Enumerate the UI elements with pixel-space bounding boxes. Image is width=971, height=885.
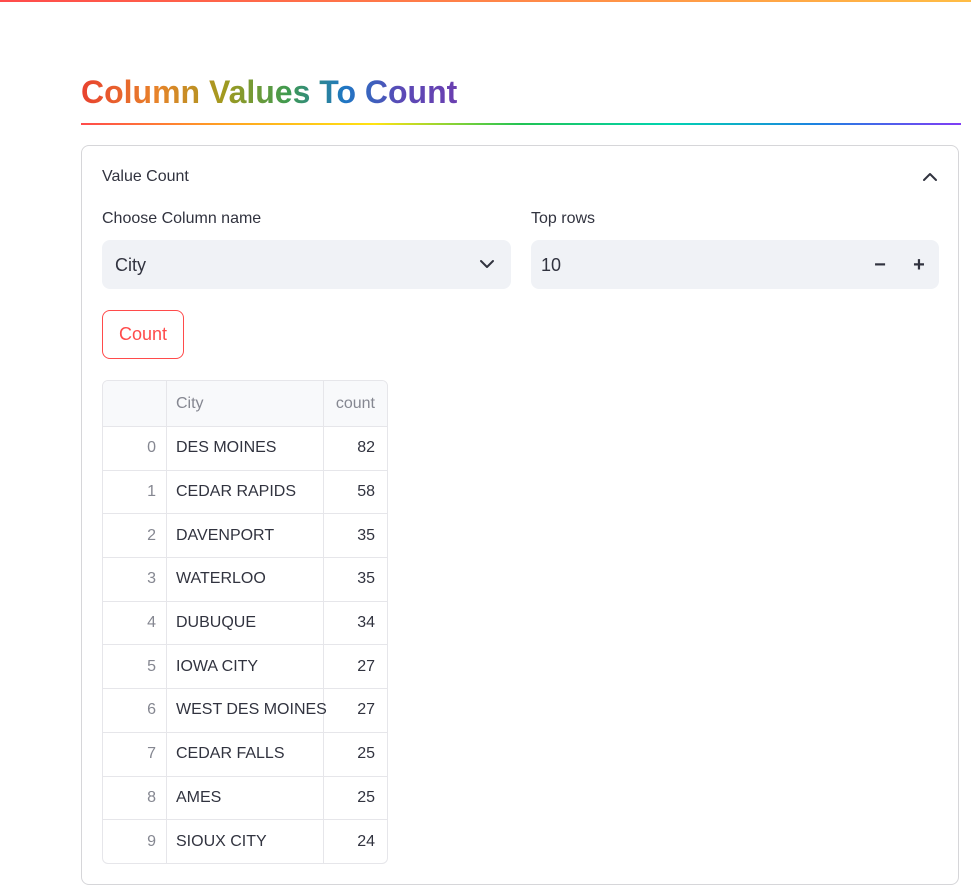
header-city[interactable]: City [167, 381, 324, 426]
table-row: 2 DAVENPORT 35 [103, 513, 387, 558]
row-city: DAVENPORT [167, 514, 324, 558]
table-row: 8 AMES 25 [103, 775, 387, 820]
row-index: 7 [103, 732, 167, 776]
top-decoration-bar [0, 0, 971, 2]
column-select[interactable]: City [102, 240, 511, 289]
top-rows-label: Top rows [531, 210, 596, 227]
row-city: CEDAR RAPIDS [167, 470, 324, 514]
row-index: 0 [103, 427, 167, 470]
row-index: 9 [103, 820, 167, 863]
page-title: Column Values To Count [81, 74, 458, 110]
increment-button[interactable]: + [906, 252, 932, 278]
row-index: 3 [103, 558, 167, 601]
top-rows-value[interactable]: 10 [541, 254, 561, 276]
row-city: WEST DES MOINES [167, 689, 327, 732]
row-count: 58 [357, 483, 375, 501]
row-count: 25 [357, 788, 375, 806]
table-row: 6 WEST DES MOINES 27 [103, 688, 387, 732]
table-row: 1 CEDAR RAPIDS 58 [103, 469, 387, 514]
row-count: 24 [357, 832, 375, 850]
row-count: 25 [357, 745, 375, 763]
table-row: 3 WATERLOO 35 [103, 557, 387, 601]
row-count: 27 [357, 701, 375, 719]
table-row: 0 DES MOINES 82 [103, 426, 387, 470]
row-index: 1 [103, 470, 167, 514]
row-count: 35 [357, 526, 375, 544]
row-count: 27 [357, 657, 375, 675]
row-index: 4 [103, 601, 167, 645]
header-count[interactable]: count [324, 381, 385, 426]
top-rows-input[interactable]: 10 − + [531, 240, 939, 289]
decrement-button[interactable]: − [867, 252, 893, 278]
title-divider [81, 123, 961, 125]
row-city: SIOUX CITY [167, 820, 324, 863]
table-row: 4 DUBUQUE 34 [103, 600, 387, 645]
row-count: 82 [357, 439, 375, 457]
chevron-down-icon[interactable] [477, 254, 497, 274]
row-index: 5 [103, 645, 167, 689]
row-city: WATERLOO [167, 558, 324, 601]
table-row: 7 CEDAR FALLS 25 [103, 731, 387, 776]
row-index: 2 [103, 514, 167, 558]
row-count: 34 [357, 614, 375, 632]
table-row: 9 SIOUX CITY 24 [103, 819, 387, 863]
row-city: DUBUQUE [167, 601, 324, 645]
row-city: CEDAR FALLS [167, 732, 324, 776]
value-count-table: City count 0 DES MOINES 82 1 CEDAR RAPID… [102, 380, 388, 864]
row-index: 6 [103, 689, 167, 732]
row-city: IOWA CITY [167, 645, 324, 689]
row-city: DES MOINES [167, 427, 324, 470]
row-index: 8 [103, 776, 167, 820]
row-city: AMES [167, 776, 324, 820]
table-row: 5 IOWA CITY 27 [103, 644, 387, 689]
column-select-value: City [115, 255, 146, 275]
column-select-label: Choose Column name [102, 210, 262, 227]
header-index[interactable] [103, 381, 167, 426]
table-header-row: City count [103, 381, 387, 426]
row-count: 35 [357, 570, 375, 588]
count-button[interactable]: Count [102, 310, 184, 359]
expander-label: Value Count [102, 168, 189, 185]
chevron-up-icon[interactable] [920, 167, 940, 187]
value-count-expander: Value Count Choose Column name City Top … [81, 145, 959, 885]
expander-header[interactable]: Value Count [102, 166, 940, 188]
